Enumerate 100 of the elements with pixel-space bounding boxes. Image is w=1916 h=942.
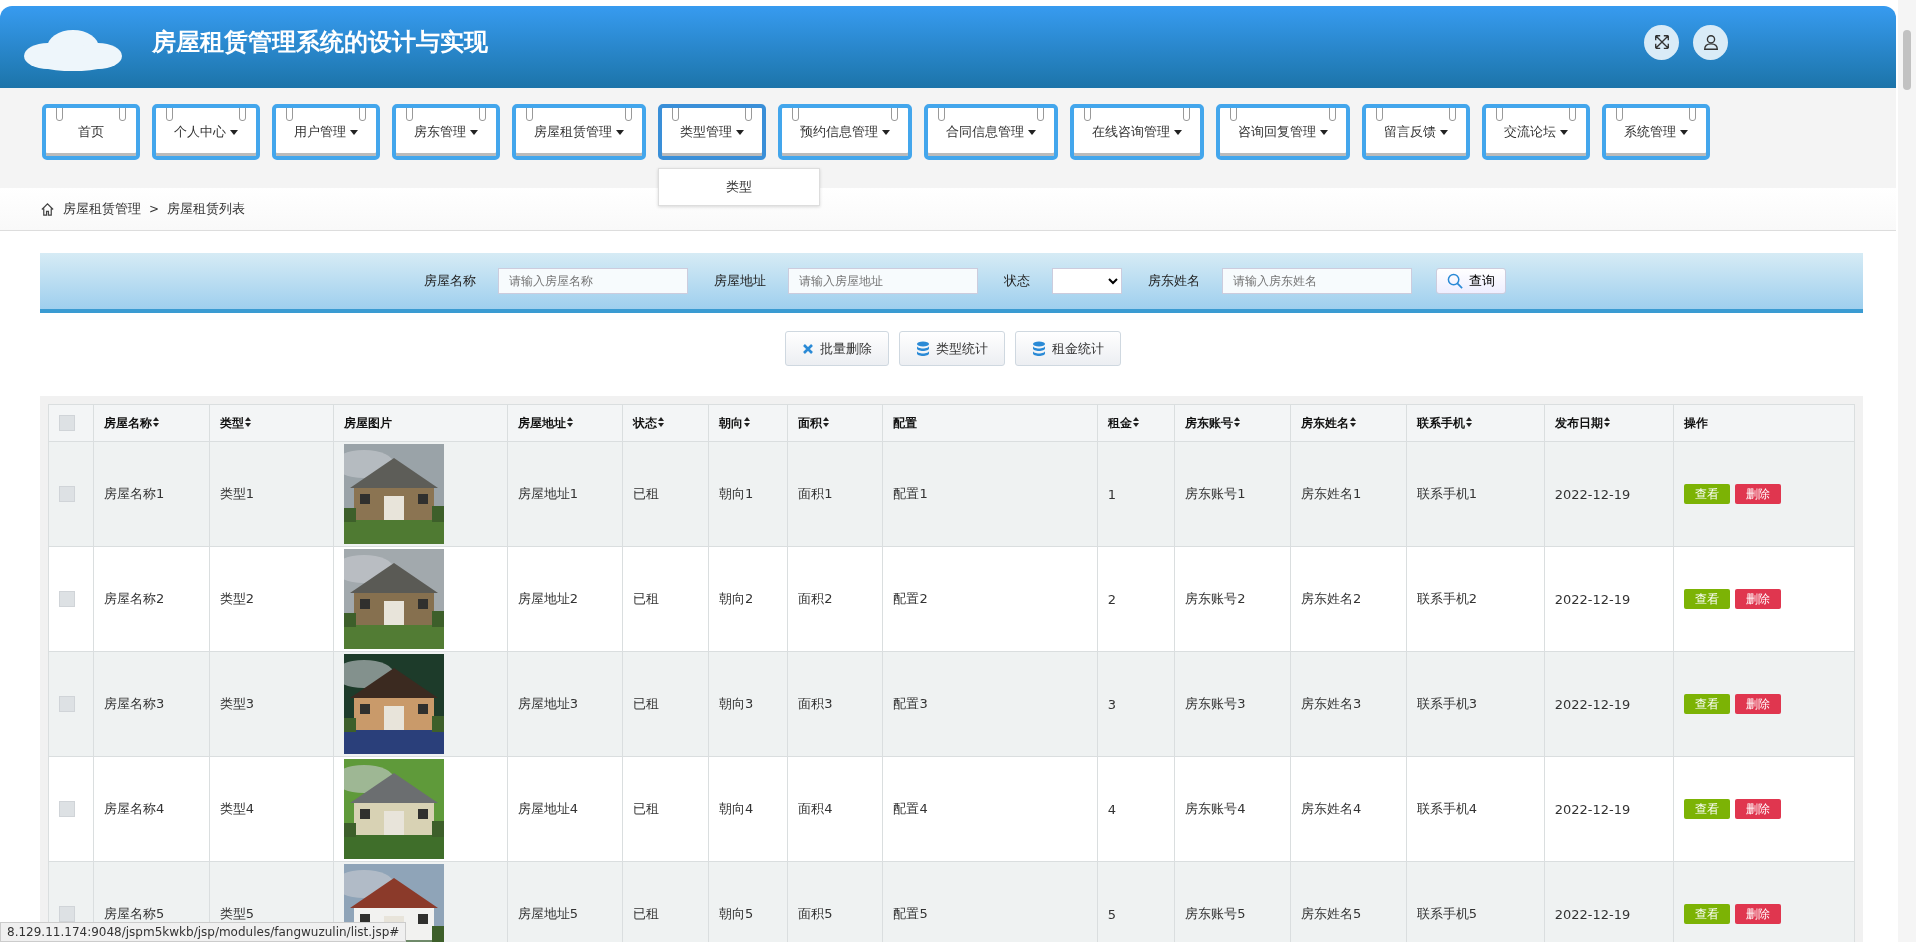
status-select[interactable] [1051, 268, 1122, 294]
sort-icon [1465, 416, 1472, 427]
dropdown-item[interactable]: 类型 [659, 169, 819, 205]
sort-icon [244, 416, 251, 427]
column-header[interactable]: 朝向 [708, 404, 788, 442]
nav-menu-button[interactable]: 合同信息管理 [924, 104, 1058, 160]
table-cell: 朝向2 [708, 546, 788, 652]
column-header: 房屋图片 [333, 404, 508, 442]
search-icon [1446, 272, 1464, 290]
table-cell: 面积4 [787, 756, 883, 862]
table-cell: 配置1 [882, 441, 1098, 547]
column-header[interactable]: 面积 [787, 404, 883, 442]
column-header[interactable]: 发布日期 [1544, 404, 1674, 442]
nav-menu-button[interactable]: 个人中心 [152, 104, 260, 160]
row-checkbox[interactable] [59, 906, 75, 922]
table-cell: 已租 [622, 756, 709, 862]
table-cell: 联系手机4 [1406, 756, 1545, 862]
table-cell: 已租 [622, 651, 709, 757]
nav-menu-button[interactable]: 咨询回复管理 [1216, 104, 1350, 160]
column-header[interactable]: 联系手机 [1406, 404, 1545, 442]
table-cell: 面积3 [787, 651, 883, 757]
nav-menu-button[interactable]: 用户管理 [272, 104, 380, 160]
table-cell: 房东账号3 [1174, 651, 1291, 757]
delete-button[interactable]: 删除 [1735, 694, 1782, 714]
table-cell: 房屋名称1 [93, 441, 210, 547]
table-cell: 配置2 [882, 546, 1098, 652]
fullscreen-icon[interactable] [1644, 24, 1679, 60]
table-cell: 类型3 [209, 651, 334, 757]
column-header[interactable]: 状态 [622, 404, 709, 442]
table-cell: 类型4 [209, 756, 334, 862]
table-cell: 房屋名称2 [93, 546, 210, 652]
breadcrumb-link[interactable]: 房屋租赁列表 [167, 200, 246, 218]
database-icon [1032, 340, 1046, 357]
table-cell: 朝向4 [708, 756, 788, 862]
table-cell: 2022-12-19 [1544, 546, 1674, 652]
action-button[interactable]: 批量删除 [785, 331, 889, 366]
table-cell: 房屋名称3 [93, 651, 210, 757]
column-header[interactable]: 类型 [209, 404, 334, 442]
column-header[interactable]: 房屋名称 [93, 404, 210, 442]
table-cell: 3 [1097, 651, 1175, 757]
table-cell: 面积1 [787, 441, 883, 547]
search-field[interactable]: 请输入房东姓名 [1221, 268, 1412, 294]
column-header[interactable]: 租金 [1097, 404, 1175, 442]
row-checkbox[interactable] [59, 591, 75, 607]
table-cell: 4 [1097, 756, 1175, 862]
action-button[interactable]: 租金统计 [1015, 331, 1121, 366]
nav-menu-button[interactable]: 房东管理 [392, 104, 500, 160]
table-cell: 2022-12-19 [1544, 756, 1674, 862]
field-label: 状态 [1003, 272, 1030, 290]
table-cell: 2022-12-19 [1544, 861, 1674, 942]
delete-button[interactable]: 删除 [1735, 799, 1782, 819]
table-cell: 朝向1 [708, 441, 788, 547]
table-cell: 房东账号1 [1174, 441, 1291, 547]
breadcrumb-link[interactable]: 房屋租赁管理 [63, 200, 141, 218]
column-header: 配置 [882, 404, 1098, 442]
field-label: 房屋名称 [423, 272, 476, 290]
table-cell: 房东姓名5 [1290, 861, 1407, 942]
row-checkbox[interactable] [59, 486, 75, 502]
table-cell: 房东姓名3 [1290, 651, 1407, 757]
sort-icon [1132, 416, 1139, 427]
delete-button[interactable]: 删除 [1735, 484, 1782, 504]
nav-menu-button[interactable]: 在线咨询管理 [1070, 104, 1204, 160]
nav-menu-button[interactable]: 系统管理 [1602, 104, 1710, 160]
table-cell: 联系手机5 [1406, 861, 1545, 942]
user-icon[interactable] [1693, 24, 1728, 60]
search-field[interactable]: 请输入房屋名称 [497, 268, 688, 294]
nav-menu-button[interactable]: 房屋租赁管理 [512, 104, 646, 160]
nav-menu-button[interactable]: 预约信息管理 [778, 104, 912, 160]
column-header[interactable]: 房屋地址 [507, 404, 623, 442]
nav-menu-button[interactable]: 类型管理 [658, 104, 766, 160]
delete-button[interactable]: 删除 [1735, 589, 1782, 609]
sort-icon [1603, 416, 1610, 427]
table-cell: 房屋地址5 [507, 861, 623, 942]
table-cell: 已租 [622, 861, 709, 942]
column-header[interactable]: 房东账号 [1174, 404, 1291, 442]
nav-menu-button[interactable]: 首页 [42, 104, 140, 160]
table-cell: 朝向5 [708, 861, 788, 942]
action-button[interactable]: 类型统计 [899, 331, 1005, 366]
select-all-checkbox[interactable] [59, 415, 75, 431]
table-cell: 朝向3 [708, 651, 788, 757]
table-cell: 联系手机3 [1406, 651, 1545, 757]
row-checkbox[interactable] [59, 696, 75, 712]
column-header: 操作 [1673, 404, 1855, 442]
column-header[interactable]: 房东姓名 [1290, 404, 1407, 442]
nav-menu-button[interactable]: 交流论坛 [1482, 104, 1590, 160]
row-checkbox[interactable] [59, 801, 75, 817]
table-cell: 房屋地址1 [507, 441, 623, 547]
field-label: 房东姓名 [1147, 272, 1200, 290]
nav-menu-button[interactable]: 留言反馈 [1362, 104, 1470, 160]
table-cell: 房东账号4 [1174, 756, 1291, 862]
sort-icon [1234, 416, 1241, 427]
delete-button[interactable]: 删除 [1735, 904, 1782, 924]
table-cell: 5 [1097, 861, 1175, 942]
search-field[interactable]: 请输入房屋地址 [787, 268, 978, 294]
scrollbar[interactable] [1898, 0, 1916, 942]
cross-icon [802, 342, 814, 355]
table-cell: 联系手机2 [1406, 546, 1545, 652]
table-cell: 房东账号5 [1174, 861, 1291, 942]
search-button[interactable]: 查询 [1435, 268, 1506, 294]
table-cell: 房东姓名1 [1290, 441, 1407, 547]
